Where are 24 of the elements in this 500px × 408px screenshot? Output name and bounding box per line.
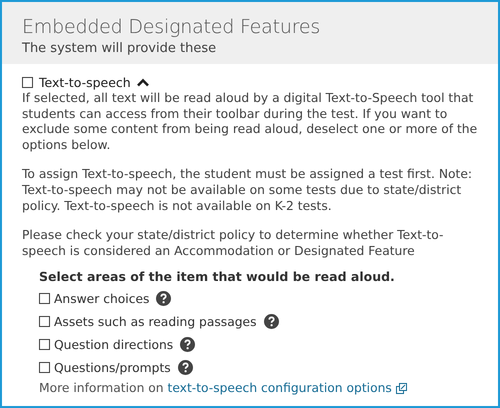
description-text: To assign Text-to-speech, the student must be assigned a test first. Note: Text-to-speech may not be available on some tests due to state/district policy. Text-to-speech is not available on K-2 tests. (22, 167, 474, 214)
help-icon[interactable] (178, 360, 193, 376)
checkbox[interactable] (39, 362, 50, 374)
option-label: Answer choices (54, 292, 150, 306)
info-text: More information on text-to-speech configuration options (39, 381, 392, 396)
help-icon[interactable] (180, 337, 196, 352)
checkbox[interactable] (39, 293, 50, 304)
section-heading: Select areas of the item that would be read aloud. (39, 269, 396, 284)
external-link-icon[interactable] (396, 382, 407, 394)
description-text: If selected, all text will be read aloud by a digital Text-to-Speech tool that students can access from their toolbar during the test. If you want to exclude some content from being read aloud, deselect one or more of the options below. (22, 91, 478, 154)
description-text: Please check your state/district policy to determine whether Text-to-speech is considered an Accommodation or Designated Feature (22, 228, 444, 260)
option-label: Questions/prompts (54, 360, 171, 375)
checkbox[interactable] (39, 316, 50, 328)
config-link[interactable]: text-to-speech configuration options (168, 381, 392, 396)
caret-icon[interactable] (136, 78, 149, 87)
option-label: Assets such as reading passages (54, 314, 257, 329)
help-icon[interactable] (264, 314, 279, 330)
checkbox[interactable] (22, 77, 33, 88)
option-label: Question directions (54, 338, 174, 352)
help-icon[interactable] (156, 291, 172, 306)
panel-title: Embedded Designated Features (22, 16, 322, 38)
checkbox[interactable] (39, 339, 50, 350)
feature-label: Text-to-speech (39, 75, 131, 90)
panel-subtitle: The system will provide these (22, 41, 218, 56)
